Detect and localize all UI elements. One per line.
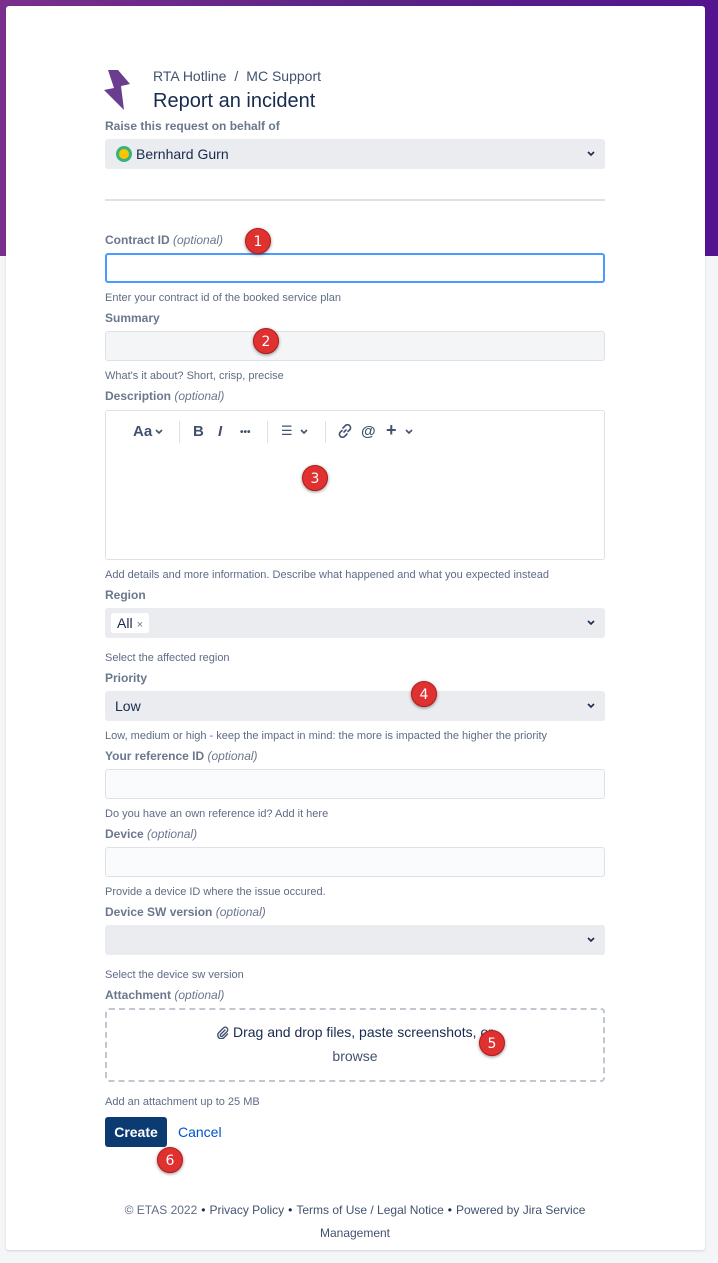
chevron-down-icon xyxy=(587,620,595,626)
raise-on-behalf-select[interactable]: Bernhard Gurn xyxy=(105,139,605,169)
summary-label: Summary xyxy=(105,311,160,325)
link-icon[interactable] xyxy=(338,424,352,438)
powered-by-link-line2[interactable]: Management xyxy=(320,1226,390,1240)
toolbar-divider xyxy=(179,421,180,443)
summary-input[interactable] xyxy=(105,331,605,361)
breadcrumb-separator: / xyxy=(234,68,239,84)
paperclip-icon xyxy=(217,1026,229,1039)
create-button[interactable]: Create xyxy=(105,1117,167,1147)
optional-tag: (optional) xyxy=(174,389,225,403)
chevron-down-icon xyxy=(587,937,595,943)
footer-dot: • xyxy=(288,1203,293,1217)
attachment-help: Add an attachment up to 25 MB xyxy=(105,1096,260,1108)
reference-id-label: Your reference ID (optional) xyxy=(105,749,258,763)
mention-button[interactable]: @ xyxy=(361,423,376,440)
device-sw-select[interactable] xyxy=(105,925,605,955)
optional-tag: (optional) xyxy=(174,988,225,1002)
footer-dot: • xyxy=(447,1203,452,1217)
device-sw-label: Device SW version (optional) xyxy=(105,905,266,919)
reference-id-label-text: Your reference ID xyxy=(105,749,205,763)
list-button[interactable]: ☰ xyxy=(281,423,293,439)
device-label: Device (optional) xyxy=(105,827,197,841)
optional-tag: (optional) xyxy=(207,749,258,763)
attachment-label: Attachment (optional) xyxy=(105,988,224,1002)
page-title: Report an incident xyxy=(153,90,316,112)
italic-button[interactable]: I xyxy=(218,423,222,440)
powered-by-link[interactable]: Powered by Jira Service xyxy=(456,1203,585,1217)
insert-button[interactable]: + xyxy=(386,420,397,441)
contract-id-input[interactable] xyxy=(105,253,605,283)
terms-of-use-link[interactable]: Terms of Use / Legal Notice xyxy=(296,1203,443,1217)
device-sw-help: Select the device sw version xyxy=(105,969,244,981)
chevron-down-icon xyxy=(405,429,413,435)
dropzone-text: Drag and drop files, paste screenshots, … xyxy=(107,1024,603,1040)
region-chip-label: All xyxy=(117,615,133,631)
optional-tag: (optional) xyxy=(147,827,198,841)
priority-label: Priority xyxy=(105,671,148,685)
footer-dot: • xyxy=(201,1203,206,1217)
optional-tag: (optional) xyxy=(173,233,224,247)
device-input[interactable] xyxy=(105,847,605,877)
annotation-marker-1: 1 xyxy=(245,228,271,254)
divider xyxy=(105,199,605,201)
raise-on-behalf-label: Raise this request on behalf of xyxy=(105,119,280,133)
attachment-label-text: Attachment xyxy=(105,988,172,1002)
region-label: Region xyxy=(105,588,146,602)
avatar xyxy=(116,146,132,162)
chevron-down-icon xyxy=(300,429,308,435)
description-help: Add details and more information. Descri… xyxy=(105,569,549,581)
summary-help: What's it about? Short, crisp, precise xyxy=(105,370,284,382)
bold-button[interactable]: B xyxy=(193,423,204,440)
raise-on-behalf-value: Bernhard Gurn xyxy=(136,146,229,162)
priority-select[interactable]: Low xyxy=(105,691,605,721)
annotation-marker-3: 3 xyxy=(302,465,328,491)
priority-help: Low, medium or high - keep the impact in… xyxy=(105,730,548,742)
chevron-down-icon xyxy=(155,429,163,435)
breadcrumb-rta-hotline[interactable]: RTA Hotline xyxy=(153,68,226,84)
text-style-button[interactable]: Aa xyxy=(133,423,152,440)
footer: © ETAS 2022 • Privacy Policy • Terms of Use … xyxy=(105,1199,605,1245)
chevron-down-icon xyxy=(587,151,595,157)
device-sw-label-text: Device SW version xyxy=(105,905,213,919)
device-label-text: Device xyxy=(105,827,144,841)
device-help: Provide a device ID where the issue occu… xyxy=(105,886,326,898)
toolbar-divider xyxy=(325,421,326,443)
annotation-marker-5: 5 xyxy=(479,1030,505,1056)
chevron-down-icon xyxy=(587,703,595,709)
browse-link[interactable]: browse xyxy=(107,1048,603,1064)
priority-value: Low xyxy=(115,698,141,714)
toolbar-divider xyxy=(267,421,268,443)
annotation-marker-6: 6 xyxy=(157,1147,183,1173)
contract-id-label-text: Contract ID xyxy=(105,233,170,247)
breadcrumb-mc-support[interactable]: MC Support xyxy=(246,68,321,84)
reference-id-input[interactable] xyxy=(105,769,605,799)
remove-chip-icon[interactable]: × xyxy=(137,619,143,631)
footer-copyright: © ETAS 2022 xyxy=(124,1203,198,1217)
description-label: Description (optional) xyxy=(105,389,224,403)
description-label-text: Description xyxy=(105,389,172,403)
privacy-policy-link[interactable]: Privacy Policy xyxy=(209,1203,284,1217)
region-help: Select the affected region xyxy=(105,652,230,664)
contract-id-label: Contract ID (optional) xyxy=(105,233,223,247)
contract-id-help: Enter your contract id of the booked ser… xyxy=(105,292,342,304)
dropzone-instructions: Drag and drop files, paste screenshots, … xyxy=(232,1024,493,1040)
more-formatting-button[interactable]: ••• xyxy=(240,427,251,438)
attachment-dropzone[interactable]: Drag and drop files, paste screenshots, … xyxy=(105,1008,605,1082)
optional-tag: (optional) xyxy=(215,905,266,919)
description-editor[interactable]: Aa B I ••• ☰ @ + xyxy=(105,410,605,560)
region-chip: All × xyxy=(111,613,149,633)
region-select[interactable]: All × xyxy=(105,608,605,638)
cancel-button[interactable]: Cancel xyxy=(178,1124,222,1140)
annotation-marker-4: 4 xyxy=(411,681,437,707)
lightning-bolt-icon xyxy=(104,70,130,110)
reference-id-help: Do you have an own reference id? Add it … xyxy=(105,808,329,820)
annotation-marker-2: 2 xyxy=(253,328,279,354)
breadcrumb: RTA Hotline / MC Support xyxy=(153,68,321,84)
